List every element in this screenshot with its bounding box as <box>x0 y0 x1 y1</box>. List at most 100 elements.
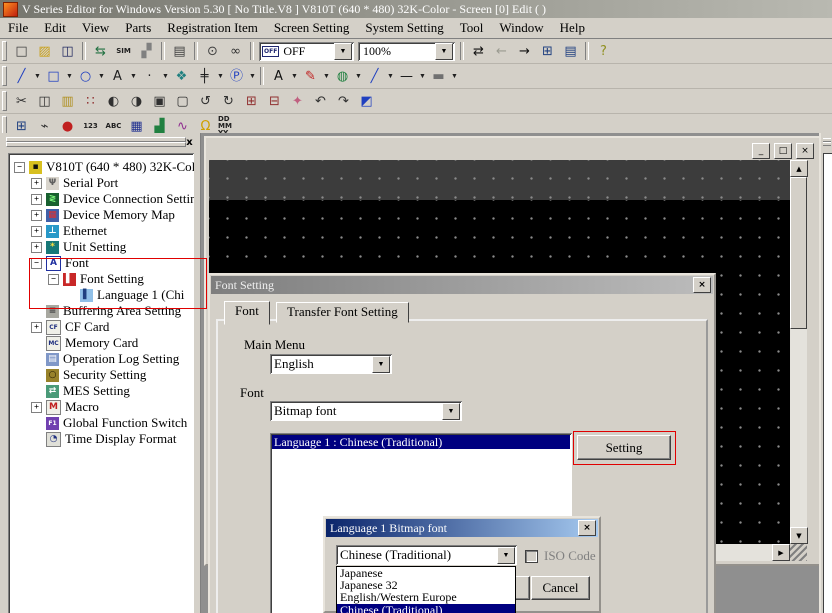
cancel-button[interactable]: Cancel <box>531 576 590 600</box>
expand-icon[interactable]: + <box>31 194 42 205</box>
vertical-scroll-thumb[interactable] <box>790 177 807 329</box>
iso-code-checkbox[interactable]: ISO Code <box>525 548 596 564</box>
scroll-up-icon[interactable]: ▲ <box>790 160 808 177</box>
toolbar-gripper[interactable] <box>2 66 7 86</box>
tree-item-device-memory-map[interactable]: +▦Device Memory Map <box>8 207 194 223</box>
tab-font[interactable]: Font <box>224 301 270 325</box>
tree-item-mes-setting[interactable]: ⇄MES Setting <box>8 383 194 399</box>
menu-window[interactable]: Window <box>491 19 551 37</box>
tree-item-time-display-format[interactable]: ◔Time Display Format <box>8 431 194 447</box>
display-change-button[interactable]: ∞ <box>225 41 246 62</box>
copy-button[interactable]: ◫ <box>34 91 55 112</box>
grid-selector[interactable]: OFFOFF▼ <box>259 42 354 61</box>
collapse-icon[interactable]: − <box>14 162 25 173</box>
tree-item-macro[interactable]: +MMacro <box>8 399 194 415</box>
line-color-button[interactable]: ╱ <box>364 66 385 87</box>
simulator-button[interactable]: SIM <box>113 41 134 62</box>
menu-registration-item[interactable]: Registration Item <box>159 19 266 37</box>
undo-button[interactable]: ↶ <box>310 91 331 112</box>
screen-jump-button[interactable]: ⇄ <box>468 41 489 62</box>
paint-tool-button[interactable]: ❖ <box>171 66 192 87</box>
scale-tool-button[interactable]: ╪ <box>194 66 215 87</box>
palette-dropdown[interactable]: ▼ <box>354 66 363 87</box>
box-tool-dropdown[interactable]: ▼ <box>65 66 74 87</box>
help-button[interactable]: ? <box>593 41 614 62</box>
language-list-item[interactable]: Language 1 : Chinese (Traditional) <box>272 435 570 449</box>
menu-tool[interactable]: Tool <box>452 19 492 37</box>
box-tool-button[interactable]: □ <box>43 66 64 87</box>
new-file-button[interactable]: □ <box>11 41 32 62</box>
line-color-dropdown[interactable]: ▼ <box>386 66 395 87</box>
dot-tool-button[interactable]: · <box>139 66 160 87</box>
tree-item-buffering-area-setting[interactable]: ≡Buffering Area Setting <box>8 303 194 319</box>
open-file-button[interactable]: ▨ <box>34 41 55 62</box>
panel-gripper[interactable] <box>823 142 831 146</box>
char-color-dropdown[interactable]: ▼ <box>290 66 299 87</box>
paste-button[interactable]: ▥ <box>57 91 78 112</box>
overlap-front-button[interactable]: ◐ <box>103 91 124 112</box>
bitmap-font-dropdown-list[interactable]: JapaneseJapanese 32English/Western Europ… <box>336 566 516 613</box>
maximize-button[interactable]: □ <box>774 143 792 159</box>
char-color-button[interactable]: A <box>268 66 289 87</box>
scroll-right-icon[interactable]: ▶ <box>772 544 790 561</box>
parts-place-button[interactable]: Ⓟ <box>226 66 247 87</box>
expand-icon[interactable]: + <box>31 178 42 189</box>
bitmap-font-combobox[interactable]: Chinese (Traditional) ▼ <box>336 545 517 565</box>
tree-item-memory-card[interactable]: MCMemory Card <box>8 335 194 351</box>
ellipse-tool-button[interactable]: ○ <box>75 66 96 87</box>
close-icon[interactable]: × <box>578 520 596 536</box>
expand-icon[interactable]: + <box>31 402 42 413</box>
close-button[interactable]: × <box>796 143 814 159</box>
item-list-button[interactable]: ▤ <box>560 41 581 62</box>
rotate-left-button[interactable]: ↺ <box>195 91 216 112</box>
scale-tool-dropdown[interactable]: ▼ <box>216 66 225 87</box>
panel-close-icon[interactable]: x <box>183 136 196 149</box>
marker-pen-button[interactable]: ✎ <box>300 66 321 87</box>
chevron-down-icon[interactable]: ▼ <box>497 547 515 564</box>
tree-item-serial-port[interactable]: +ΨSerial Port <box>8 175 194 191</box>
multi-copy-button[interactable]: ∷ <box>80 91 101 112</box>
close-icon[interactable]: × <box>693 277 711 293</box>
save-file-button[interactable]: ◫ <box>57 41 78 62</box>
back-button[interactable]: ← <box>491 41 512 62</box>
tree-item-unit-setting[interactable]: +*Unit Setting <box>8 239 194 255</box>
line-tool-button[interactable]: ╱ <box>11 66 32 87</box>
main-menu-combobox[interactable]: English ▼ <box>270 354 392 374</box>
menu-view[interactable]: View <box>74 19 117 37</box>
tree-item-ethernet[interactable]: +⊥Ethernet <box>8 223 194 239</box>
menu-help[interactable]: Help <box>552 19 593 37</box>
text-tool-dropdown[interactable]: ▼ <box>129 66 138 87</box>
forward-button[interactable]: → <box>514 41 535 62</box>
tree-item-global-function-switch[interactable]: F1Global Function Switch <box>8 415 194 431</box>
expand-icon[interactable]: + <box>31 210 42 221</box>
tree-item-operation-log-setting[interactable]: ▤Operation Log Setting <box>8 351 194 367</box>
font-combobox[interactable]: Bitmap font ▼ <box>270 401 462 421</box>
tree-item-device-connection-settin[interactable]: +≷Device Connection Settin <box>8 191 194 207</box>
menu-edit[interactable]: Edit <box>36 19 74 37</box>
line-style-dropdown[interactable]: ▼ <box>418 66 427 87</box>
tree-item-font[interactable]: −AFont <box>8 255 194 271</box>
vertical-scrollbar[interactable]: ▲ ▼ <box>790 160 807 544</box>
checkbox-icon[interactable] <box>525 550 538 563</box>
setting-button[interactable]: Setting <box>577 435 671 460</box>
chevron-down-icon[interactable]: ▼ <box>442 403 460 420</box>
line-style-button[interactable]: — <box>396 66 417 87</box>
menu-system-setting[interactable]: System Setting <box>357 19 451 37</box>
scroll-down-icon[interactable]: ▼ <box>790 527 808 544</box>
tree-item-security-setting[interactable]: ○Security Setting <box>8 367 194 383</box>
toolbar-gripper[interactable] <box>2 41 7 61</box>
minimize-button[interactable]: _ <box>752 143 770 159</box>
toolbar-gripper[interactable] <box>2 91 7 111</box>
line-tool-dropdown[interactable]: ▼ <box>33 66 42 87</box>
expand-icon[interactable]: + <box>31 226 42 237</box>
zoom-selector[interactable]: 100%▼ <box>358 42 455 61</box>
dot-tool-dropdown[interactable]: ▼ <box>161 66 170 87</box>
fill-style-dropdown[interactable]: ▼ <box>450 66 459 87</box>
peg-button[interactable]: ✦ <box>287 91 308 112</box>
tree-item-v810t-640-480-32k-col[interactable]: −▪V810T (640 * 480) 32K-Col <box>8 159 194 175</box>
collapse-icon[interactable]: − <box>31 258 42 269</box>
resize-grip[interactable] <box>790 544 807 561</box>
rotate-right-button[interactable]: ↻ <box>218 91 239 112</box>
parts-place-dropdown[interactable]: ▼ <box>248 66 257 87</box>
tree-item-font-setting[interactable]: −▌Font Setting <box>8 271 194 287</box>
